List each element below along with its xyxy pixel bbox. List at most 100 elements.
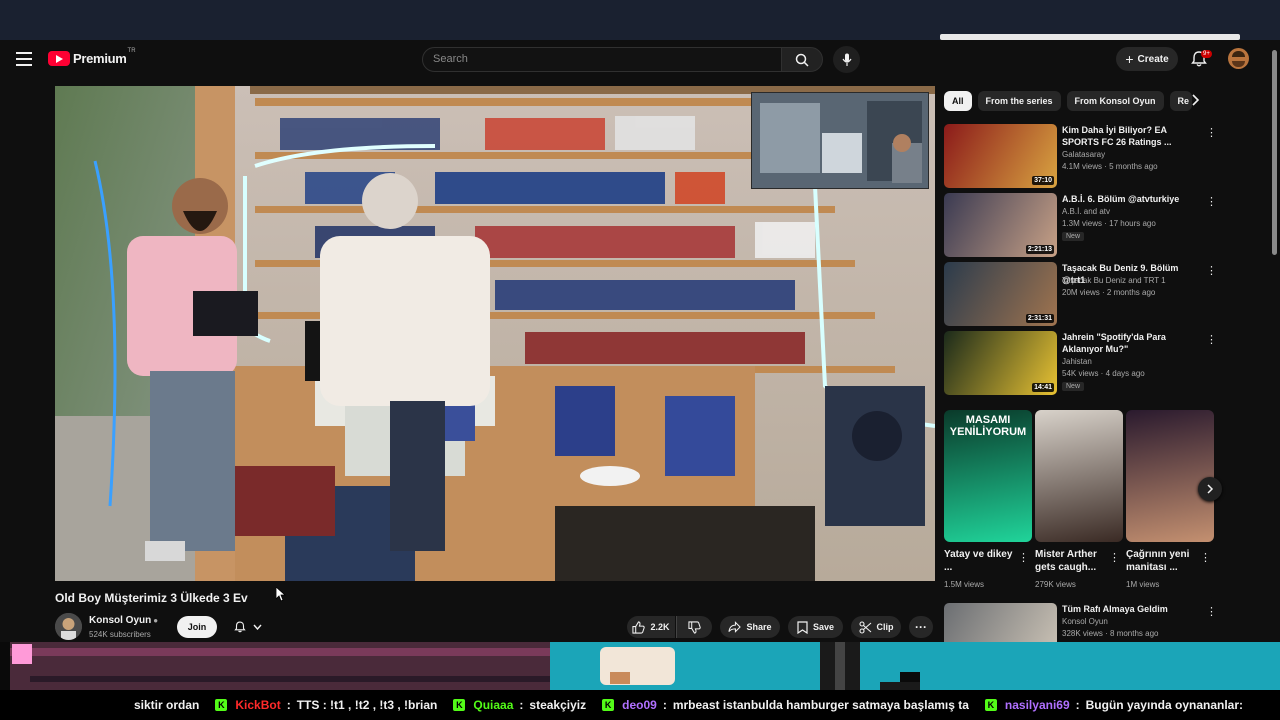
account-avatar[interactable] xyxy=(1228,48,1249,69)
recommendation-channel[interactable]: Jahistan xyxy=(1062,357,1092,366)
bell-icon xyxy=(233,621,246,633)
create-button[interactable]: + Create xyxy=(1116,47,1178,71)
clip-label: Clip xyxy=(876,622,894,632)
video-player[interactable] xyxy=(55,86,935,581)
chat-separator: : xyxy=(1075,698,1080,712)
channel-avatar[interactable] xyxy=(55,613,82,640)
like-button[interactable]: 2.2K xyxy=(627,616,675,638)
channel-name-text: Konsol Oyun xyxy=(89,615,152,626)
share-button[interactable]: Share xyxy=(720,616,780,638)
chat-text: TTS : !t1 , !t2 , !t3 , !brian xyxy=(296,698,438,712)
short-title[interactable]: Çağrının yeni manitası ... xyxy=(1126,548,1196,574)
search-input[interactable]: Search xyxy=(422,47,782,72)
chip-from-konsol-oyun[interactable]: From Konsol Oyun xyxy=(1066,91,1164,111)
recommendation-channel[interactable]: A.B.İ. and atv xyxy=(1062,207,1110,216)
duration-badge: 14:41 xyxy=(1032,383,1054,392)
recommendation-item[interactable]: 37:10 Kim Daha İyi Biliyor? EA SPORTS FC … xyxy=(944,124,1217,188)
more-options-icon[interactable]: ⋮ xyxy=(1200,551,1211,564)
kick-badge-icon: K xyxy=(602,699,615,711)
recommendation-item[interactable]: 2:21:13 A.B.İ. 6. Bölüm @atvturkiye A.B.İ.… xyxy=(944,193,1217,257)
chat-username[interactable]: nasilyani69 xyxy=(1005,698,1070,712)
duration-badge: 2:31:31 xyxy=(1025,314,1054,323)
video-thumbnail[interactable]: 2:21:13 xyxy=(944,193,1057,257)
logo-region: TR xyxy=(127,48,136,54)
recommendation-channel[interactable]: Galatasaray xyxy=(1062,150,1105,159)
recommendation-item[interactable]: 14:41 Jahrein "Spotify'da Para Aklanıyor … xyxy=(944,331,1217,395)
duration-badge: 2:21:13 xyxy=(1025,245,1054,254)
clip-button[interactable]: Clip xyxy=(851,616,901,638)
channel-avatar-image xyxy=(55,613,82,640)
like-count: 2.2K xyxy=(650,622,670,632)
recommendation-item[interactable]: 2:31:31 Taşacak Bu Deniz 9. Bölüm @trt1 Ta… xyxy=(944,262,1217,326)
short-thumbnail[interactable]: MASAMI YENİLİYORUM xyxy=(944,410,1032,542)
short-views: 279K views xyxy=(1035,580,1076,589)
scrollbar-thumb[interactable] xyxy=(1272,50,1277,255)
kick-badge-icon: K xyxy=(984,699,997,711)
menu-icon[interactable] xyxy=(16,52,32,66)
short-thumbnail[interactable] xyxy=(1035,410,1123,542)
more-options-icon[interactable]: ⋮ xyxy=(1018,551,1029,564)
join-button[interactable]: Join xyxy=(177,616,217,638)
microphone-icon xyxy=(842,53,851,66)
notification-badge: 9+ xyxy=(1201,50,1212,58)
more-options-icon[interactable]: ⋮ xyxy=(1206,605,1217,618)
video-thumbnail[interactable]: 14:41 xyxy=(944,331,1057,395)
more-options-icon[interactable]: ⋮ xyxy=(1206,333,1217,346)
short-title[interactable]: Mister Arther gets caugh... xyxy=(1035,548,1105,574)
save-button[interactable]: Save xyxy=(788,616,843,638)
recommendation-meta: 54K views · 4 days ago xyxy=(1062,369,1145,378)
subscriber-count: 524K subscribers xyxy=(89,630,151,639)
more-options-icon[interactable]: ⋮ xyxy=(1109,551,1120,564)
search-button[interactable] xyxy=(781,47,823,72)
chip-from-the-series[interactable]: From the series xyxy=(977,91,1061,111)
chevron-right-icon[interactable] xyxy=(1188,93,1202,107)
video-thumbnail[interactable]: 37:10 xyxy=(944,124,1057,188)
shorts-next-button[interactable] xyxy=(1198,477,1222,501)
short-views: 1M views xyxy=(1126,580,1160,589)
chat-separator: : xyxy=(286,698,291,712)
recommendation-title[interactable]: Kim Daha İyi Biliyor? EA SPORTS FC 26 Ra… xyxy=(1062,124,1200,148)
chat-separator: : xyxy=(519,698,524,712)
recommendation-title[interactable]: A.B.İ. 6. Bölüm @atvturkiye xyxy=(1062,193,1200,205)
kick-badge-icon: K xyxy=(215,699,228,711)
short-overlay-text: MASAMI YENİLİYORUM xyxy=(949,414,1027,438)
youtube-logo[interactable]: Premium TR xyxy=(48,48,136,66)
short-thumbnail[interactable] xyxy=(1126,410,1214,542)
channel-name[interactable]: Konsol Oyun ● xyxy=(89,615,158,626)
stream-overlay-scene xyxy=(0,642,1280,690)
video-thumbnail[interactable] xyxy=(944,603,1057,642)
recommendation-title[interactable]: Jahrein "Spotify'da Para Aklanıyor Mu?" xyxy=(1062,331,1200,355)
recommendation-title[interactable]: Tüm Rafı Almaya Geldim xyxy=(1062,603,1200,615)
chevron-right-icon xyxy=(1207,484,1214,494)
video-title: Old Boy Müşterimiz 3 Ülkede 3 Ev xyxy=(55,591,248,605)
more-options-icon[interactable]: ⋮ xyxy=(1206,264,1217,277)
video-thumbnail[interactable]: 2:31:31 xyxy=(944,262,1057,326)
chat-username[interactable]: Quiaaa xyxy=(473,698,513,712)
dislike-button[interactable] xyxy=(676,616,712,638)
logo-text: Premium xyxy=(73,51,127,66)
scissors-icon xyxy=(858,620,871,634)
pixel-art-scene xyxy=(0,642,1280,690)
short-title[interactable]: Yatay ve dikey ... xyxy=(944,548,1014,574)
recommendation-channel[interactable]: Taşacak Bu Deniz and TRT 1 xyxy=(1062,276,1166,285)
chat-username[interactable]: KickBot xyxy=(235,698,280,712)
recommendation-channel[interactable]: Konsol Oyun xyxy=(1062,617,1108,626)
new-badge: New xyxy=(1062,382,1085,391)
related-filter-chips: All From the series From Konsol Oyun Re xyxy=(944,91,1192,111)
more-options-icon[interactable]: ⋮ xyxy=(1206,195,1217,208)
chat-message: K KickBot: TTS : !t1 , !t2 , !t3 , !brian xyxy=(215,698,437,712)
voice-search-button[interactable] xyxy=(833,46,860,73)
webcam-overlay xyxy=(751,92,929,189)
chip-all[interactable]: All xyxy=(944,91,972,111)
subscription-bell-button[interactable] xyxy=(225,616,269,638)
recommendation-meta: 1.3M views · 17 hours ago xyxy=(1062,219,1156,228)
stream-chat-ticker: siktir ordan K KickBot: TTS : !t1 , !t2 , !… xyxy=(0,690,1280,720)
recommendation-item[interactable]: Tüm Rafı Almaya Geldim Konsol Oyun 328K vi… xyxy=(944,603,1217,642)
duration-badge: 37:10 xyxy=(1032,176,1054,185)
chat-username[interactable]: deo09 xyxy=(622,698,657,712)
save-label: Save xyxy=(812,622,835,632)
stream-top-band xyxy=(0,0,1280,40)
create-label: Create xyxy=(1137,53,1169,65)
more-actions-button[interactable]: ··· xyxy=(909,616,933,638)
more-options-icon[interactable]: ⋮ xyxy=(1206,126,1217,139)
